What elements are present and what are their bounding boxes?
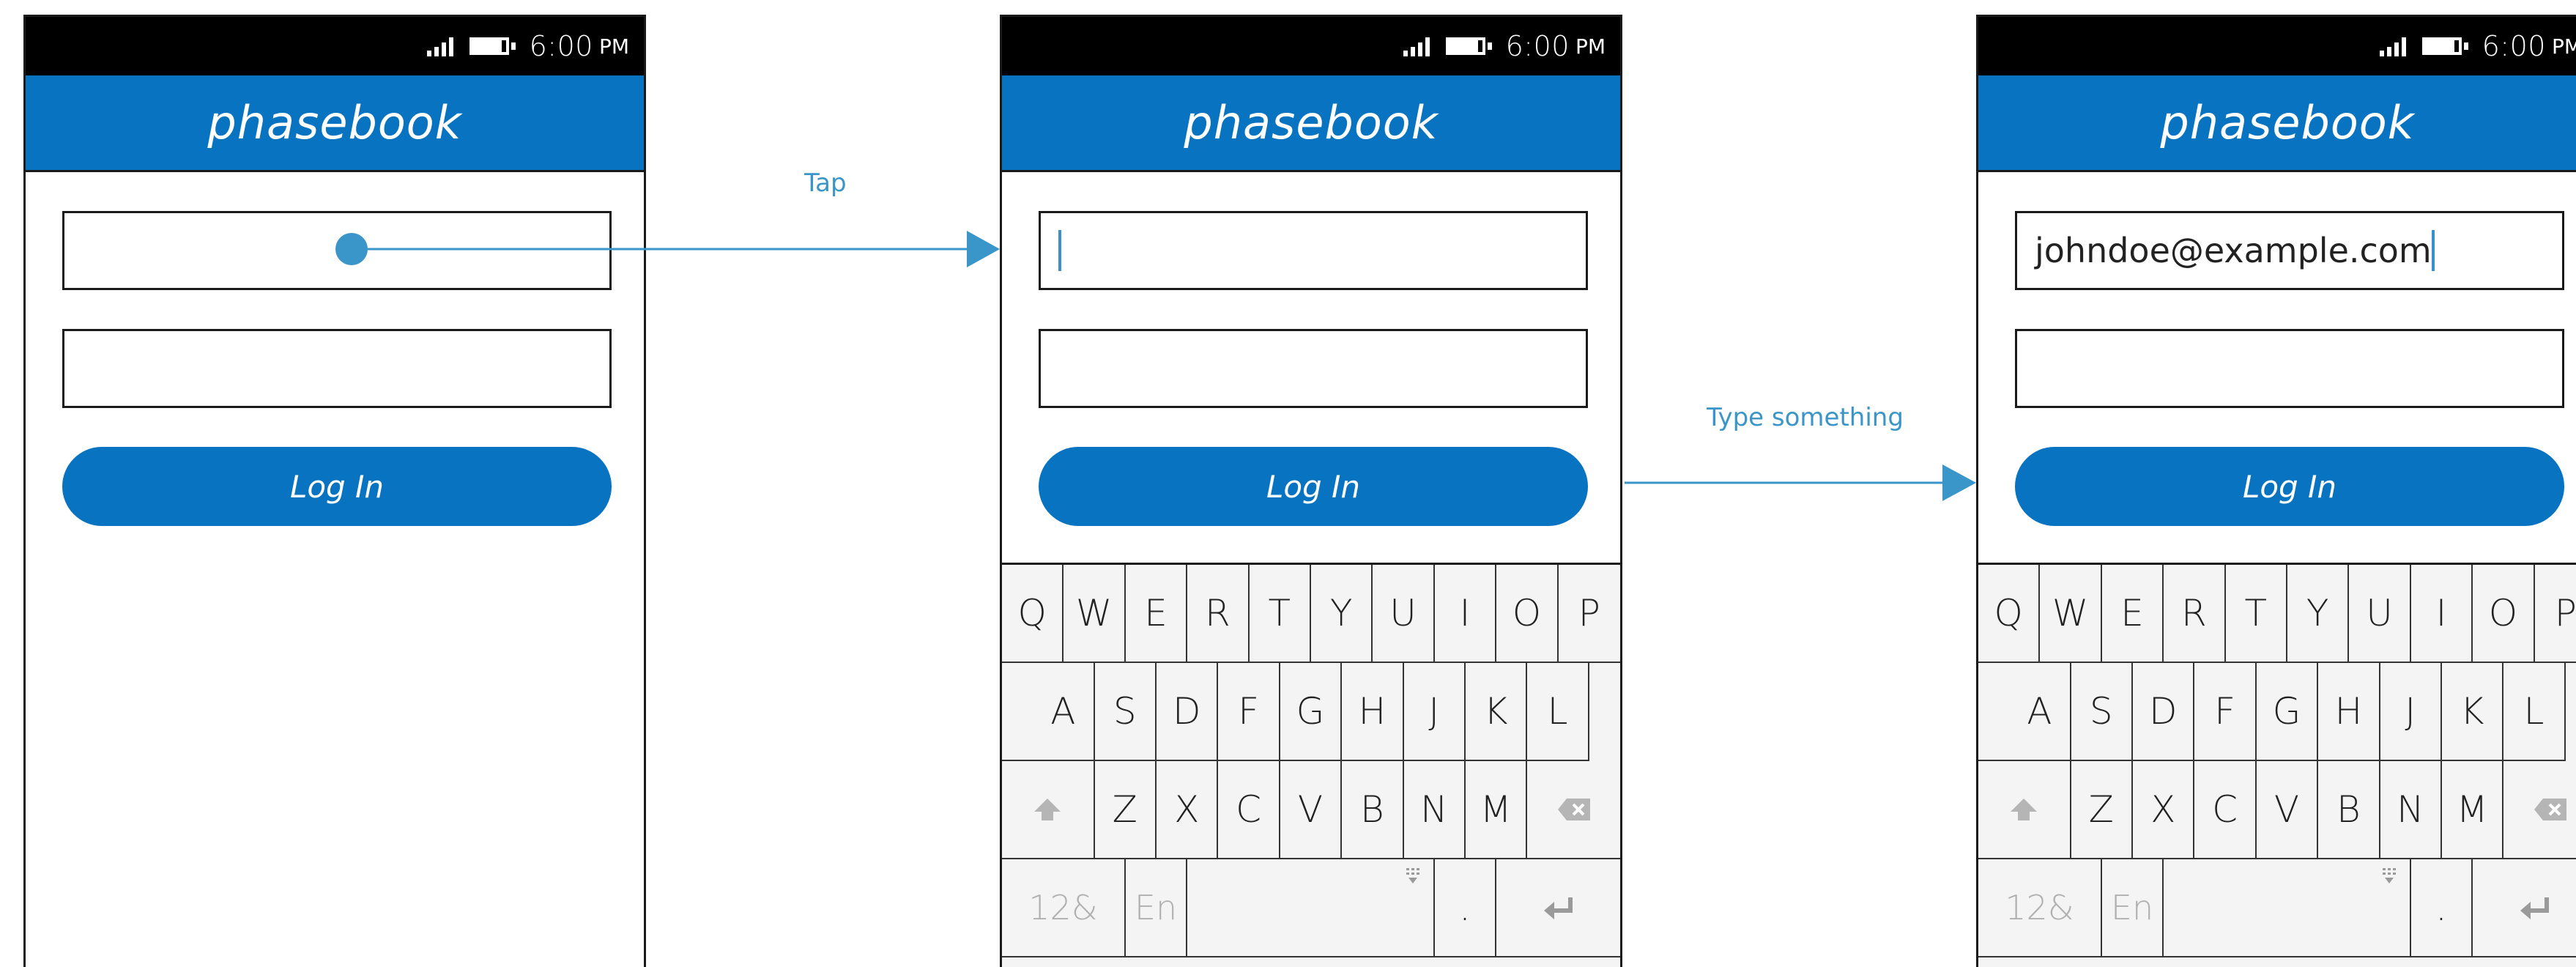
type-flow-label: Type something [1707,403,1904,432]
type-flow-arrowhead [1942,464,1976,501]
tap-flow-arrowhead [967,231,1000,267]
tap-flow-label: Tap [804,168,847,198]
flow-arrows [335,231,1976,501]
